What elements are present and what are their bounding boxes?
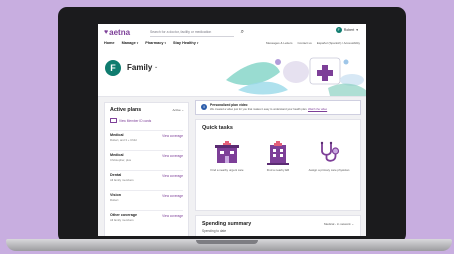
- pill-shape: [343, 59, 349, 65]
- id-cards-label: View Member ID cards: [119, 118, 152, 123]
- task-label: Assign a primary care physician: [308, 168, 350, 172]
- brand-name: aetna: [109, 28, 131, 37]
- browser-screen: ♥ aetna Search for a doctor, facility or…: [98, 24, 366, 236]
- task-label: Find a nearby ER: [266, 168, 290, 172]
- plan-members: All family members: [110, 178, 134, 182]
- active-plans-card: Active plans Active ⌄ View Member ID car…: [104, 102, 189, 236]
- plan-members: All family members: [110, 218, 134, 222]
- chevron-down-icon: ▾: [196, 41, 199, 45]
- family-header: F Family ⌄: [98, 50, 366, 97]
- plan-row: Medical Robert, and 3 + Child View cover…: [110, 130, 183, 147]
- user-name: Robert: [343, 28, 355, 32]
- messages-link[interactable]: Messages & Letters: [266, 41, 293, 45]
- stethoscope-icon: [320, 141, 340, 162]
- plan-name: Vision: [110, 193, 121, 197]
- nav-item-manage[interactable]: Manage ▾: [122, 41, 139, 45]
- id-card-icon: [110, 118, 117, 123]
- language-link[interactable]: Español (Spanish) / Accessibility: [317, 41, 360, 45]
- pill-bottle-shape: [283, 61, 309, 83]
- view-coverage-link[interactable]: View coverage: [162, 214, 183, 218]
- plan-members: Christopher, plus: [110, 158, 131, 162]
- search-icon[interactable]: ⌕: [241, 28, 244, 36]
- utility-nav: Messages & Letters Contact us Español (S…: [266, 41, 360, 45]
- nav-item-stay-healthy[interactable]: Stay Healthy ▾: [173, 41, 198, 45]
- search-placeholder: Search for a doctor, facility or medicat…: [150, 30, 212, 34]
- spending-summary-card: Spending summary Spending to date Medica…: [195, 215, 361, 236]
- plan-row: Other coverage All family members View c…: [110, 210, 183, 227]
- plan-members: Robert: [110, 198, 119, 202]
- top-navigation-bar: ♥ aetna Search for a doctor, facility or…: [98, 24, 366, 51]
- main-nav: Home Manage ▾ Pharmacy ▾ Stay Healthy ▾: [104, 41, 198, 45]
- leaf-shape: [328, 83, 366, 96]
- plan-members: Robert, and 3 + Child: [110, 138, 137, 142]
- plans-filter-select[interactable]: Active ⌄: [172, 108, 184, 112]
- banner-title: Personalized plan video: [210, 103, 248, 107]
- plan-row: Vision Robert View coverage: [110, 190, 183, 207]
- plan-row: Dental All family members View coverage: [110, 170, 183, 187]
- nav-item-home[interactable]: Home: [104, 41, 115, 45]
- hospital-icon: [267, 141, 289, 165]
- view-coverage-link[interactable]: View coverage: [162, 174, 183, 178]
- chevron-down-icon: ▾: [136, 41, 139, 45]
- user-menu[interactable]: F Robert ▾: [335, 27, 358, 33]
- spending-filter-select[interactable]: Medical - in network ⌄: [324, 222, 354, 226]
- hero-illustration: [226, 57, 366, 96]
- aetna-logo[interactable]: ♥ aetna: [104, 28, 130, 37]
- family-avatar: F: [105, 60, 121, 76]
- banner-text: We created a video just for you that mak…: [210, 108, 327, 111]
- heart-icon: ♥: [104, 29, 109, 36]
- chevron-down-icon: ▾: [356, 28, 358, 32]
- task-nearby-er[interactable]: Find a nearby ER: [253, 141, 303, 201]
- task-urgent-care[interactable]: Find a nearby urgent care: [202, 141, 252, 201]
- plan-name: Medical: [110, 133, 124, 137]
- plan-row: Medical Christopher, plus View coverage: [110, 150, 183, 167]
- spending-title: Spending summary: [202, 221, 252, 227]
- avatar: F: [335, 27, 342, 33]
- plan-video-banner: i Personalized plan video We created a v…: [195, 100, 361, 115]
- plan-name: Other coverage: [110, 213, 138, 217]
- watch-video-link[interactable]: Watch the video: [308, 108, 327, 111]
- nav-item-pharmacy[interactable]: Pharmacy ▾: [145, 41, 166, 45]
- contact-link[interactable]: Contact us: [297, 41, 311, 45]
- quick-tasks-title: Quick tasks: [202, 125, 233, 131]
- info-icon: i: [201, 104, 207, 110]
- plan-name: Dental: [110, 173, 122, 177]
- banner-message: We created a video just for you that mak…: [210, 107, 308, 111]
- task-primary-care[interactable]: Assign a primary care physician: [304, 141, 354, 201]
- view-coverage-link[interactable]: View coverage: [162, 134, 183, 138]
- spending-subtitle: Spending to date: [202, 229, 227, 233]
- leaf-shape: [226, 62, 280, 86]
- urgent-care-building-icon: [215, 141, 239, 163]
- chevron-down-icon[interactable]: ⌄: [154, 64, 158, 70]
- id-cards-link[interactable]: View Member ID cards: [110, 118, 151, 123]
- view-coverage-link[interactable]: View coverage: [162, 194, 183, 198]
- quick-tasks-card: Quick tasks Find a nearby urgent care Fi…: [195, 119, 361, 211]
- laptop-notch: [196, 240, 258, 244]
- pill-shape: [275, 59, 281, 65]
- chevron-down-icon: ▾: [164, 41, 167, 45]
- task-label: Find a nearby urgent care: [210, 168, 244, 172]
- plan-name: Medical: [110, 153, 124, 157]
- active-plans-title: Active plans: [110, 107, 142, 113]
- page-title[interactable]: Family: [127, 63, 152, 72]
- view-coverage-link[interactable]: View coverage: [162, 154, 183, 158]
- search-input[interactable]: Search for a doctor, facility or medicat…: [150, 28, 244, 37]
